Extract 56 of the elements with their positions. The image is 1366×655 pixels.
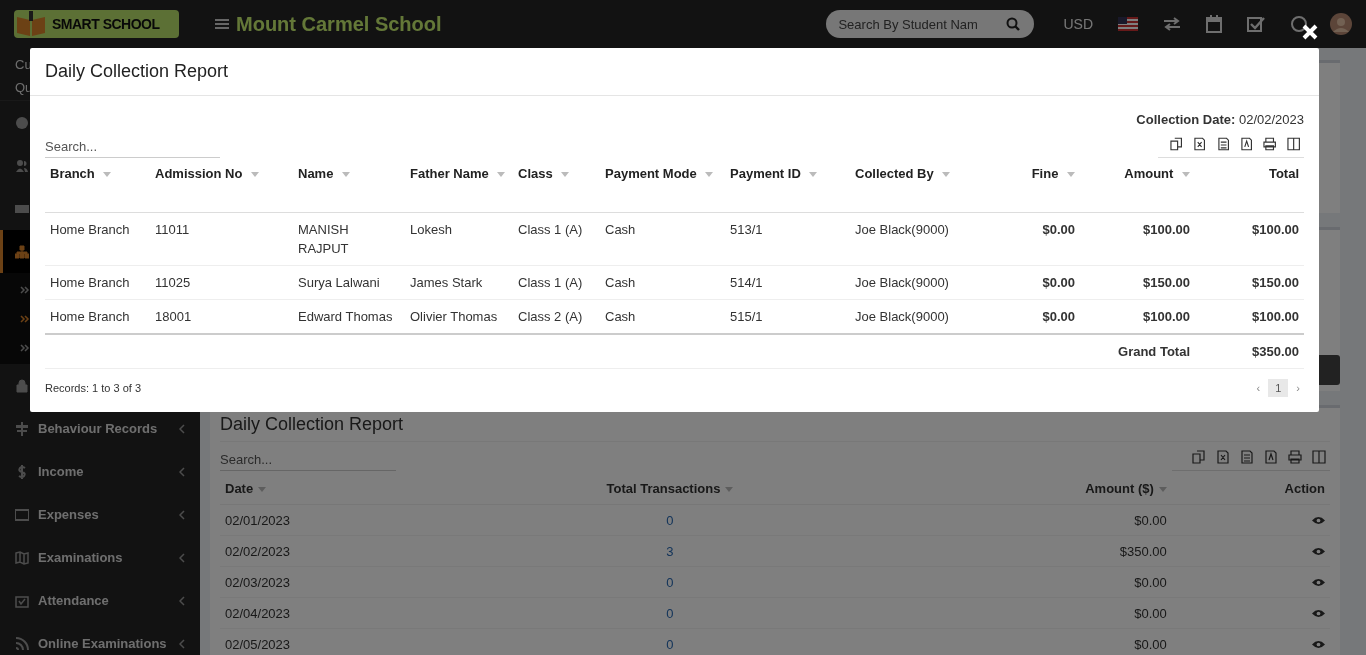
table-cell: Edward Thomas	[293, 299, 405, 334]
table-cell: $150.00	[1080, 265, 1195, 300]
sidebar-label: Behaviour Records	[38, 421, 159, 436]
sidebar-label: Income	[38, 464, 85, 479]
table-cell: $0.00	[884, 628, 1172, 655]
sidebar-label: Online Examinations	[38, 636, 168, 651]
table-cell: Class 1 (A)	[513, 265, 600, 300]
sidebar-label: Examinations	[38, 550, 124, 565]
table-cell: Home Branch	[45, 212, 150, 266]
table-cell: $0.00	[1000, 299, 1080, 334]
table-cell: Home Branch	[45, 299, 150, 334]
table-cell: $100.00	[1195, 212, 1304, 266]
grand-total-label: Grand Total	[1080, 334, 1195, 369]
sidebar-label: Attendance	[38, 593, 110, 608]
table-cell: Lokesh	[405, 212, 513, 266]
table-cell: Class 2 (A)	[513, 299, 600, 334]
table-cell: Joe Black(9000)	[850, 265, 1000, 300]
table-cell: Class 1 (A)	[513, 212, 600, 266]
table-cell: $0.00	[1000, 212, 1080, 266]
table-cell: 11025	[150, 265, 293, 300]
table-cell: Home Branch	[45, 265, 150, 300]
records-info: Records: 1 to 3 of 3	[45, 382, 141, 394]
table-cell: 513/1	[725, 212, 850, 266]
table-cell: MANISH RAJPUT	[293, 212, 405, 266]
table-cell: 02/01/2023	[220, 504, 456, 536]
table-cell: Joe Black(9000)	[850, 212, 1000, 266]
table-cell: $150.00	[1195, 265, 1304, 300]
table-cell: 11011	[150, 212, 293, 266]
table-cell: 02/03/2023	[220, 566, 456, 598]
table-cell: Olivier Thomas	[405, 299, 513, 334]
modal-title: Daily Collection Report	[45, 61, 229, 82]
table-cell: James Stark	[405, 265, 513, 300]
table-cell: $100.00	[1080, 299, 1195, 334]
logo-text: SMART SCHOOL	[52, 16, 160, 32]
table-cell: Joe Black(9000)	[850, 299, 1000, 334]
table-cell: 514/1	[725, 265, 850, 300]
table-cell: $350.00	[884, 535, 1172, 567]
table-cell: Cash	[600, 212, 725, 266]
table-cell: $0.00	[884, 504, 1172, 536]
table-cell: $100.00	[1080, 212, 1195, 266]
table-cell: 515/1	[725, 299, 850, 334]
table-cell: $0.00	[884, 566, 1172, 598]
table-cell: Surya Lalwani	[293, 265, 405, 300]
table-cell: $0.00	[1000, 265, 1080, 300]
table-cell: 18001	[150, 299, 293, 334]
table-cell: $100.00	[1195, 299, 1304, 334]
table-cell: Cash	[600, 265, 725, 300]
table-cell: Cash	[600, 299, 725, 334]
table-cell: 02/05/2023	[220, 628, 456, 655]
school-name: Mount Carmel School	[236, 12, 442, 36]
collection-date: Collection Date: 02/02/2023	[1135, 112, 1304, 127]
table-cell: 02/02/2023	[220, 535, 456, 567]
sidebar-label: Expenses	[38, 507, 100, 522]
table-cell: 02/04/2023	[220, 597, 456, 629]
table-cell: $0.00	[884, 597, 1172, 629]
grand-total-value: $350.00	[1195, 334, 1304, 369]
